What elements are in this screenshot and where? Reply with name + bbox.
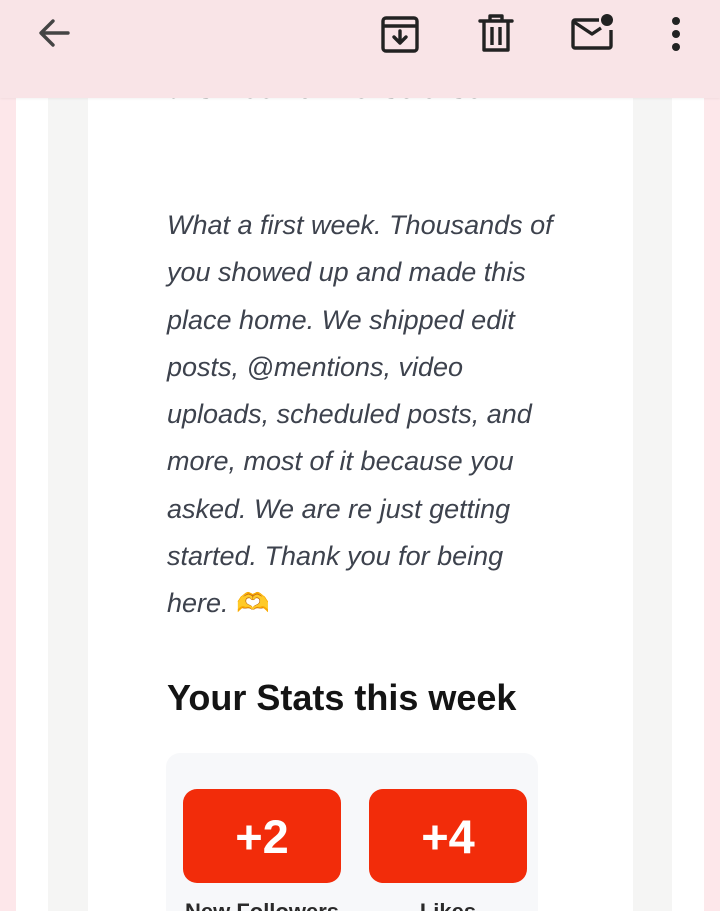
stats-panel: +2 New Followers +4 Likes [166,753,538,911]
intro-text: What a first week. Thousands of you show… [167,210,553,619]
heart-hands-emoji: 🫶 [236,588,270,619]
stats-heading: Your Stats this week [167,677,517,718]
more-options-icon[interactable] [656,14,696,54]
stat-value: +2 [183,789,341,883]
stat-new-followers: +2 New Followers [183,789,341,911]
delete-icon[interactable] [476,14,516,54]
stat-label: Likes [369,899,527,911]
stat-value: +4 [369,789,527,883]
stat-label: New Followers [183,899,341,911]
archive-icon[interactable] [380,14,420,54]
background-stripe-left [16,0,48,911]
intro-paragraph: What a first week. Thousands of you show… [167,202,572,628]
stat-likes: +4 Likes [369,789,527,911]
top-app-bar [0,0,720,98]
background-stripe-right [672,0,704,911]
email-content-card: this week on Loksolokso. What a first we… [88,0,633,911]
mark-unread-icon[interactable] [570,12,616,54]
back-arrow-icon[interactable] [34,14,74,54]
